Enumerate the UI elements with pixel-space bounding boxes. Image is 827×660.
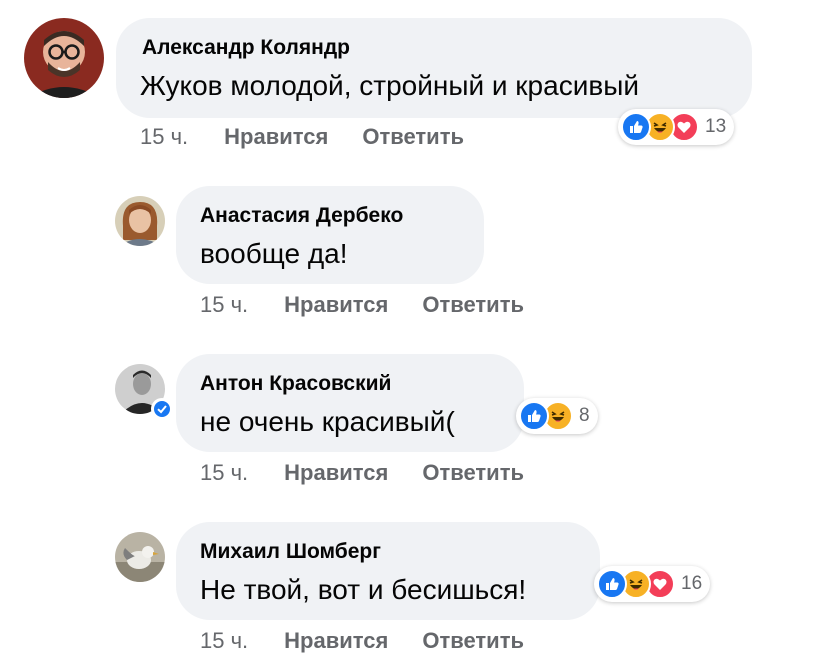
comment-author[interactable]: Анастасия Дербеко bbox=[200, 204, 403, 228]
comment-actions: 15 ч. Нравится Ответить bbox=[200, 292, 524, 318]
avatar[interactable] bbox=[24, 18, 104, 98]
comment-timestamp[interactable]: 15 ч. bbox=[200, 292, 248, 318]
reactions-summary[interactable]: 16 bbox=[594, 566, 711, 602]
comment-text: не очень красивый( bbox=[200, 406, 455, 437]
user-avatar-icon bbox=[115, 196, 165, 246]
comment-bubble: Михаил Шомберг Не твой, вот и бесишься! bbox=[176, 522, 600, 620]
like-button[interactable]: Нравится bbox=[284, 628, 388, 654]
reply-button[interactable]: Ответить bbox=[362, 124, 464, 150]
avatar[interactable] bbox=[115, 364, 173, 420]
comment-bubble: Анастасия Дербеко вообще да! bbox=[176, 186, 484, 284]
comment-author[interactable]: Михаил Шомберг bbox=[200, 540, 381, 564]
reaction-count: 16 bbox=[681, 573, 703, 594]
avatar[interactable] bbox=[115, 532, 165, 582]
comment-text: Не твой, вот и бесишься! bbox=[200, 574, 527, 605]
reactions-summary[interactable]: 8 bbox=[516, 398, 598, 434]
user-avatar-icon bbox=[24, 18, 104, 98]
reactions-summary[interactable]: 13 bbox=[618, 109, 735, 145]
comment-author[interactable]: Александр Коляндр bbox=[142, 36, 350, 60]
reaction-count: 13 bbox=[705, 116, 727, 137]
like-button[interactable]: Нравится bbox=[284, 292, 388, 318]
comment-text: вообще да! bbox=[200, 238, 348, 269]
comment-actions: 15 ч. Нравится Ответить bbox=[200, 460, 524, 486]
reaction-count: 8 bbox=[579, 405, 590, 426]
comment-bubble: Антон Красовский не очень красивый( bbox=[176, 354, 524, 452]
comment-timestamp[interactable]: 15 ч. bbox=[140, 124, 188, 150]
like-reaction-icon bbox=[519, 401, 549, 431]
reply-button[interactable]: Ответить bbox=[422, 460, 524, 486]
comment-text: Жуков молодой, стройный и красивый bbox=[140, 70, 639, 101]
comment-actions: 15 ч. Нравится Ответить bbox=[200, 628, 524, 654]
comment-bubble: Александр Коляндр Жуков молодой, стройны… bbox=[116, 18, 752, 118]
comment-author[interactable]: Антон Красовский bbox=[200, 372, 391, 396]
user-avatar-icon bbox=[115, 532, 165, 582]
like-button[interactable]: Нравится bbox=[224, 124, 328, 150]
reply-button[interactable]: Ответить bbox=[422, 292, 524, 318]
comment-timestamp[interactable]: 15 ч. bbox=[200, 460, 248, 486]
reply-button[interactable]: Ответить bbox=[422, 628, 524, 654]
verified-badge-icon bbox=[151, 398, 173, 420]
like-reaction-icon bbox=[621, 112, 651, 142]
like-reaction-icon bbox=[597, 569, 627, 599]
comment-actions: 15 ч. Нравится Ответить bbox=[140, 124, 464, 150]
avatar[interactable] bbox=[115, 196, 165, 246]
comments-thread: Александр Коляндр Жуков молодой, стройны… bbox=[0, 0, 827, 660]
comment-timestamp[interactable]: 15 ч. bbox=[200, 628, 248, 654]
like-button[interactable]: Нравится bbox=[284, 460, 388, 486]
